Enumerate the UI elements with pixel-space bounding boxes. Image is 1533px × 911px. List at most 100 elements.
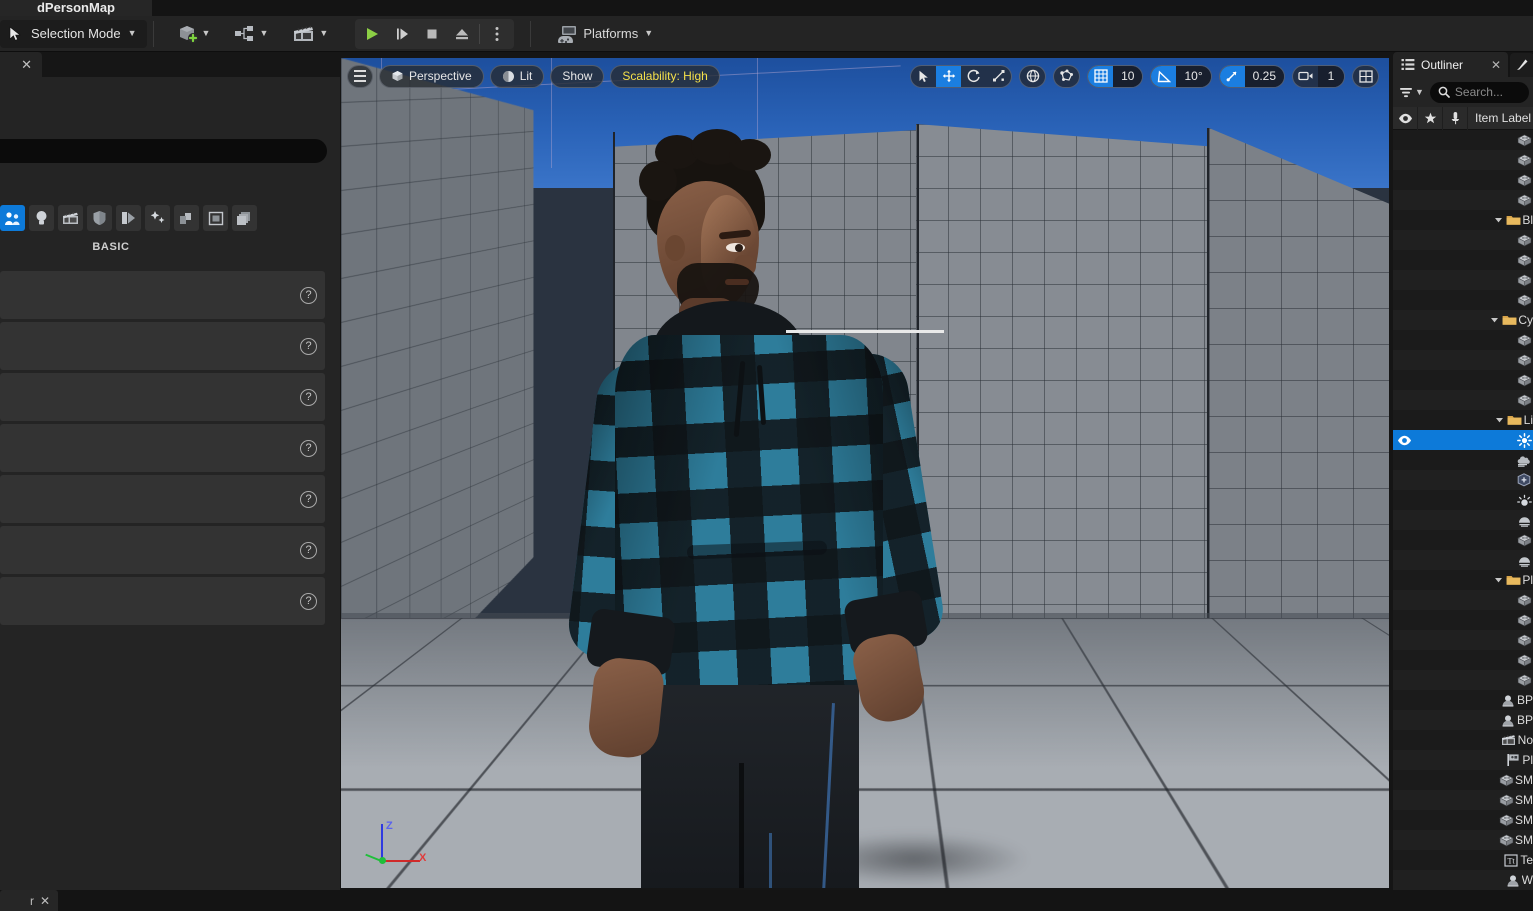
outliner-row[interactable] bbox=[1393, 250, 1533, 270]
category-basic[interactable] bbox=[0, 205, 25, 231]
category-visual-effects[interactable] bbox=[87, 205, 112, 231]
row-visibility-toggle[interactable] bbox=[1393, 410, 1415, 430]
outliner-row[interactable]: SM bbox=[1393, 830, 1533, 850]
help-icon[interactable]: ? bbox=[300, 490, 317, 508]
row-visibility-toggle[interactable] bbox=[1393, 730, 1415, 750]
outliner-row[interactable] bbox=[1393, 350, 1533, 370]
row-visibility-toggle[interactable] bbox=[1393, 290, 1415, 310]
row-visibility-toggle[interactable] bbox=[1393, 790, 1415, 810]
outliner-row[interactable] bbox=[1393, 470, 1533, 490]
outliner-row[interactable] bbox=[1393, 150, 1533, 170]
outliner-row[interactable] bbox=[1393, 290, 1533, 310]
perspective-button[interactable]: Perspective bbox=[379, 64, 484, 88]
camera-speed-toggle[interactable] bbox=[1293, 66, 1318, 87]
outliner-row[interactable]: SM bbox=[1393, 810, 1533, 830]
list-item[interactable]: Box ? bbox=[0, 526, 325, 574]
scale-snap-toggle[interactable] bbox=[1219, 65, 1245, 87]
view-mode-button[interactable]: Lit bbox=[489, 64, 545, 88]
row-visibility-toggle[interactable] bbox=[1393, 430, 1415, 450]
outliner-tree[interactable]: BlCyLiPlBPBPNoPlSMSMSMSMTtTeWW bbox=[1393, 130, 1533, 890]
help-icon[interactable]: ? bbox=[300, 337, 317, 355]
outliner-row[interactable] bbox=[1393, 130, 1533, 150]
play-button[interactable] bbox=[357, 21, 387, 47]
list-item[interactable]: Sphere ? bbox=[0, 577, 325, 625]
outliner-row[interactable] bbox=[1393, 370, 1533, 390]
outliner-row[interactable]: Tt Te bbox=[1393, 850, 1533, 870]
pinned-column-header[interactable] bbox=[1418, 106, 1443, 130]
close-icon[interactable]: ✕ bbox=[21, 57, 32, 73]
help-icon[interactable]: ? bbox=[300, 592, 317, 610]
angle-snap-toggle[interactable] bbox=[1151, 65, 1177, 87]
row-visibility-toggle[interactable] bbox=[1393, 310, 1415, 330]
category-all-classes[interactable] bbox=[174, 205, 199, 231]
add-actor-button[interactable]: ▼ bbox=[172, 19, 216, 49]
outliner-row[interactable]: SM bbox=[1393, 770, 1533, 790]
blueprints-button[interactable]: ▼ bbox=[229, 19, 273, 49]
outliner-tab[interactable]: Outliner ✕ bbox=[1393, 52, 1508, 77]
row-visibility-toggle[interactable] bbox=[1393, 770, 1415, 790]
outliner-search-input[interactable]: Search... bbox=[1429, 81, 1529, 103]
angle-snap-value[interactable]: 10° bbox=[1176, 65, 1211, 87]
maximize-viewport-button[interactable] bbox=[1353, 66, 1378, 87]
row-visibility-toggle[interactable] bbox=[1393, 590, 1415, 610]
category-volumes[interactable] bbox=[145, 205, 170, 231]
help-icon[interactable]: ? bbox=[300, 541, 317, 559]
outliner-row[interactable]: No bbox=[1393, 730, 1533, 750]
surface-snap-button[interactable] bbox=[1054, 66, 1079, 87]
expand-arrow-icon[interactable] bbox=[1492, 216, 1504, 224]
scalability-button[interactable]: Scalability: High bbox=[610, 64, 720, 88]
outliner-filter-button[interactable]: ▼ bbox=[1397, 84, 1426, 101]
row-visibility-toggle[interactable] bbox=[1393, 850, 1415, 870]
help-icon[interactable]: ? bbox=[300, 439, 317, 457]
level-viewport[interactable]: Z X Perspective Lit Show Scalability: Hi… bbox=[341, 58, 1389, 888]
row-visibility-toggle[interactable] bbox=[1393, 530, 1415, 550]
row-visibility-toggle[interactable] bbox=[1393, 250, 1415, 270]
row-visibility-toggle[interactable] bbox=[1393, 190, 1415, 210]
outliner-row[interactable]: Cy bbox=[1393, 310, 1533, 330]
outliner-row[interactable] bbox=[1393, 490, 1533, 510]
type-column-header[interactable] bbox=[1443, 106, 1468, 130]
map-tab[interactable]: dPersonMap bbox=[0, 0, 152, 16]
visibility-column-header[interactable] bbox=[1393, 106, 1418, 130]
place-actors-tab[interactable]: ✕ bbox=[0, 52, 42, 77]
row-visibility-toggle[interactable] bbox=[1393, 350, 1415, 370]
close-icon[interactable]: ✕ bbox=[40, 894, 50, 908]
play-options-button[interactable] bbox=[482, 21, 512, 47]
selection-mode-button[interactable]: Selection Mode ▼ bbox=[0, 19, 147, 48]
outliner-row[interactable] bbox=[1393, 230, 1533, 250]
category-geometry[interactable] bbox=[116, 205, 141, 231]
outliner-row[interactable]: SM bbox=[1393, 790, 1533, 810]
select-tool-button[interactable] bbox=[911, 66, 936, 87]
translate-tool-button[interactable] bbox=[936, 65, 962, 87]
help-icon[interactable]: ? bbox=[300, 388, 317, 406]
row-visibility-toggle[interactable] bbox=[1393, 870, 1415, 890]
outliner-row[interactable] bbox=[1393, 330, 1533, 350]
row-visibility-toggle[interactable] bbox=[1393, 450, 1415, 470]
row-visibility-toggle[interactable] bbox=[1393, 570, 1415, 590]
bottom-panel-tab[interactable]: r ✕ bbox=[0, 890, 58, 911]
outliner-row[interactable] bbox=[1393, 530, 1533, 550]
list-item[interactable]: ght ? bbox=[0, 424, 325, 472]
rotate-tool-button[interactable] bbox=[961, 66, 986, 87]
outliner-row[interactable] bbox=[1393, 550, 1533, 570]
outliner-row[interactable] bbox=[1393, 590, 1533, 610]
details-tab[interactable] bbox=[1510, 53, 1533, 77]
outliner-row[interactable] bbox=[1393, 670, 1533, 690]
close-icon[interactable]: ✕ bbox=[1491, 58, 1501, 72]
outliner-row[interactable]: Bl bbox=[1393, 210, 1533, 230]
row-visibility-toggle[interactable] bbox=[1393, 750, 1415, 770]
outliner-row[interactable] bbox=[1393, 510, 1533, 530]
expand-arrow-icon[interactable] bbox=[1488, 316, 1500, 324]
list-item[interactable]: ? bbox=[0, 271, 325, 319]
character-mannequin[interactable] bbox=[565, 129, 1029, 888]
list-item[interactable]: Start ? bbox=[0, 475, 325, 523]
outliner-row[interactable] bbox=[1393, 450, 1533, 470]
camera-speed-value[interactable]: 1 bbox=[1318, 65, 1344, 87]
category-lights[interactable] bbox=[29, 205, 54, 231]
outliner-row[interactable]: W bbox=[1393, 870, 1533, 890]
outliner-row[interactable] bbox=[1393, 170, 1533, 190]
row-visibility-toggle[interactable] bbox=[1393, 550, 1415, 570]
place-actors-search-input[interactable]: s bbox=[0, 139, 327, 163]
outliner-row[interactable]: Li bbox=[1393, 410, 1533, 430]
outliner-row[interactable] bbox=[1393, 610, 1533, 630]
